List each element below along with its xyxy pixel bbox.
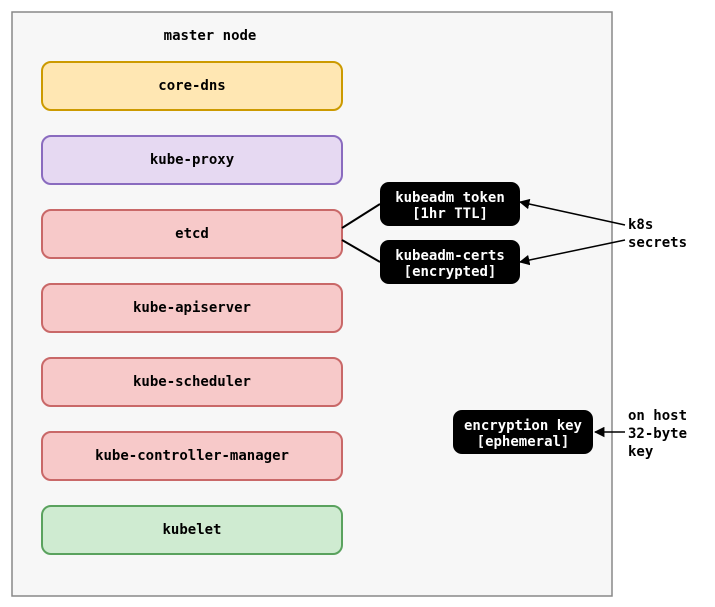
svg-text:kubelet: kubelet bbox=[162, 522, 221, 538]
badge-encryption-key: encryption key [ephemeral] bbox=[453, 410, 593, 454]
svg-text:[encrypted]: [encrypted] bbox=[404, 264, 497, 280]
component-kube-scheduler: kube-scheduler bbox=[42, 358, 342, 406]
svg-text:key: key bbox=[628, 444, 654, 460]
svg-text:encryption key: encryption key bbox=[464, 418, 583, 434]
component-kube-proxy: kube-proxy bbox=[42, 136, 342, 184]
svg-text:kubeadm-certs: kubeadm-certs bbox=[395, 248, 505, 264]
component-core-dns: core-dns bbox=[42, 62, 342, 110]
svg-text:kube-proxy: kube-proxy bbox=[150, 152, 235, 168]
svg-text:kubeadm token: kubeadm token bbox=[395, 190, 505, 206]
svg-text:k8s: k8s bbox=[628, 217, 653, 233]
svg-text:etcd: etcd bbox=[175, 226, 209, 242]
badge-kubeadm-certs: kubeadm-certs [encrypted] bbox=[380, 240, 520, 284]
svg-text:[ephemeral]: [ephemeral] bbox=[477, 434, 570, 450]
component-kube-controller-manager: kube-controller-manager bbox=[42, 432, 342, 480]
svg-text:kube-controller-manager: kube-controller-manager bbox=[95, 448, 289, 464]
svg-text:secrets: secrets bbox=[628, 235, 687, 251]
component-kube-apiserver: kube-apiserver bbox=[42, 284, 342, 332]
svg-text:32-byte: 32-byte bbox=[628, 426, 687, 442]
svg-text:kube-apiserver: kube-apiserver bbox=[133, 300, 251, 316]
svg-text:[1hr TTL]: [1hr TTL] bbox=[412, 206, 488, 222]
component-etcd: etcd bbox=[42, 210, 342, 258]
svg-text:on host: on host bbox=[628, 408, 687, 424]
badge-kubeadm-token: kubeadm token [1hr TTL] bbox=[380, 182, 520, 226]
component-kubelet: kubelet bbox=[42, 506, 342, 554]
master-node-title: master node bbox=[164, 28, 257, 44]
svg-text:core-dns: core-dns bbox=[158, 78, 225, 94]
svg-text:kube-scheduler: kube-scheduler bbox=[133, 374, 251, 390]
